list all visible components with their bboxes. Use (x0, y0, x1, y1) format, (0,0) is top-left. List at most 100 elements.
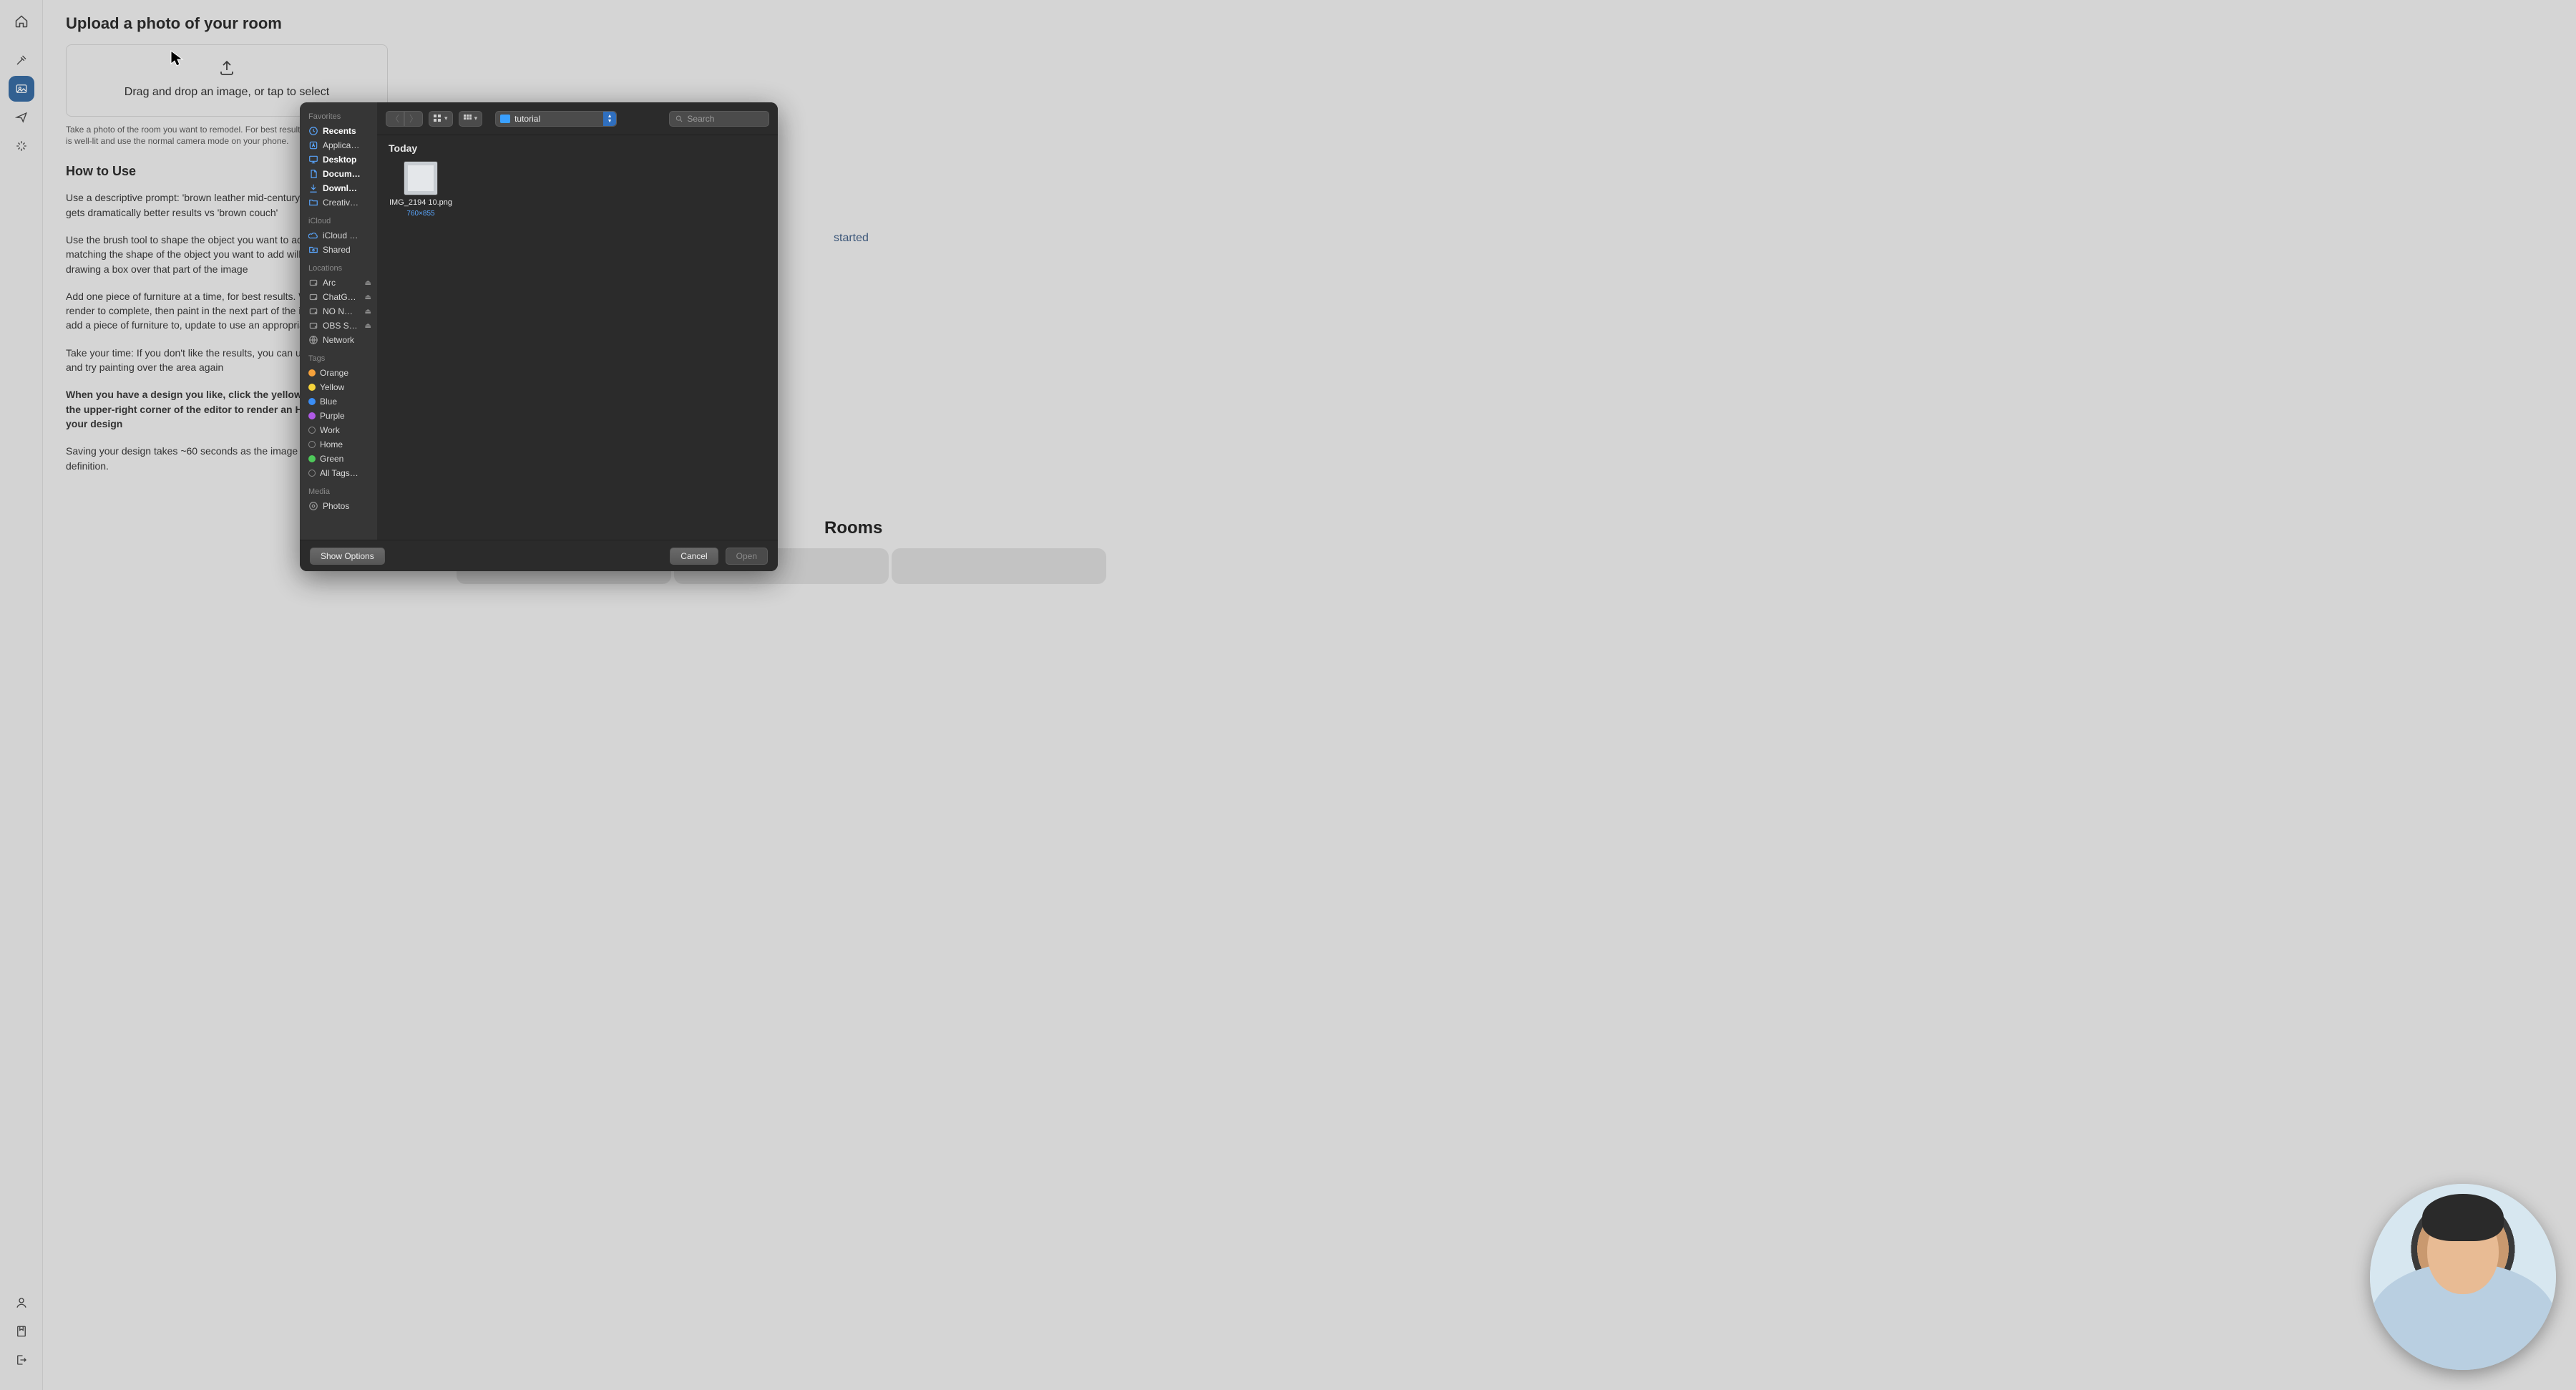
eject-icon[interactable]: ⏏ (365, 279, 371, 287)
sidebar-item[interactable]: Arc⏏ (307, 276, 374, 290)
file-dimensions-label: 760×855 (406, 210, 434, 218)
tag-dot-icon (308, 412, 316, 419)
sidebar-item-label: Documents (323, 169, 361, 179)
group-by-button[interactable]: ▾ (459, 111, 483, 127)
cloud-icon (308, 230, 318, 240)
disk-icon (308, 306, 318, 316)
finder-search[interactable] (669, 111, 769, 127)
view-icons-button[interactable]: ▾ (429, 111, 453, 127)
file-open-dialog: Favorites Recents Applicati… Desktop Docume… (300, 102, 778, 571)
back-button[interactable]: 〈 (386, 111, 404, 127)
sidebar-tag[interactable]: Yellow (307, 380, 374, 394)
finder-search-input[interactable] (687, 114, 763, 124)
sidebar-item-label: Orange (320, 368, 348, 378)
sidebar-item-label: Yellow (320, 382, 344, 392)
sidebar-item-label: Desktop (323, 155, 356, 165)
show-options-button[interactable]: Show Options (310, 548, 385, 565)
page-title: Upload a photo of your room (66, 14, 2553, 33)
room-card[interactable] (892, 548, 1106, 584)
tag-dot-icon (308, 470, 316, 477)
sidebar-item-label: iCloud Dri… (323, 230, 361, 240)
sidebar-tag[interactable]: Green (307, 452, 374, 466)
sidebar-item-label: Work (320, 425, 340, 435)
sidebar-tag[interactable]: Work (307, 423, 374, 437)
open-button[interactable]: Open (726, 548, 768, 565)
nav-sparkle-icon[interactable] (9, 133, 34, 159)
sidebar-item[interactable]: Documents (307, 167, 374, 181)
disk-icon (308, 278, 318, 288)
sidebar-item[interactable]: OBS S… ⏏ (307, 319, 374, 333)
sidebar-tag[interactable]: Home (307, 437, 374, 452)
sidebar-locations-list: Arc⏏ ChatG… ⏏ NO N… ⏏ OBS S… ⏏ Network (307, 276, 374, 347)
folder-path-select[interactable]: tutorial ▲▼ (495, 111, 617, 127)
cancel-button[interactable]: Cancel (670, 548, 718, 565)
finder-toolbar: 〈 〉 ▾ ▾ tutorial (377, 102, 778, 135)
sidebar-section-favorites: Favorites (308, 112, 374, 121)
sidebar-tag[interactable]: Orange (307, 366, 374, 380)
path-stepper-icon: ▲▼ (603, 112, 616, 126)
dialog-footer: Show Options Cancel Open (300, 540, 778, 571)
shared-icon (308, 245, 318, 255)
sidebar-item[interactable]: Shared (307, 243, 374, 257)
finder-sidebar: Favorites Recents Applicati… Desktop Docume… (300, 102, 377, 540)
upload-dropzone-text: Drag and drop an image, or tap to select (125, 86, 329, 99)
folder-path-name: tutorial (514, 114, 600, 124)
eject-icon[interactable]: ⏏ (365, 308, 371, 316)
nav-tools-icon[interactable] (9, 47, 34, 73)
sidebar-item[interactable]: Desktop (307, 152, 374, 167)
desktop-icon (308, 155, 318, 165)
sidebar-section-icloud: iCloud (308, 217, 374, 225)
sidebar-media-list: Photos (307, 499, 374, 513)
tag-dot-icon (308, 369, 316, 376)
sidebar-section-tags: Tags (308, 354, 374, 363)
disk-icon (308, 321, 318, 331)
sidebar-item-label: Purple (320, 411, 345, 421)
sidebar-item-label: Applicati… (323, 140, 361, 150)
tag-dot-icon (308, 455, 316, 462)
eject-icon[interactable]: ⏏ (365, 322, 371, 330)
sidebar-item-label: Home (320, 439, 343, 449)
photos-icon (308, 501, 318, 511)
sidebar-item-label: NO N… (323, 306, 353, 316)
sidebar-item[interactable]: Network (307, 333, 374, 347)
sidebar-tag[interactable]: Purple (307, 409, 374, 423)
globe-icon (308, 335, 318, 345)
clock-icon (308, 126, 318, 136)
sidebar-item[interactable]: Photos (307, 499, 374, 513)
tag-dot-icon (308, 384, 316, 391)
nav-bookmark-icon[interactable] (9, 1318, 34, 1344)
sidebar-item[interactable]: NO N… ⏏ (307, 304, 374, 319)
nav-logout-icon[interactable] (9, 1347, 34, 1373)
rooms-heading: Rooms (824, 518, 882, 538)
sidebar-item[interactable]: Recents (307, 124, 374, 138)
nav-account-icon[interactable] (9, 1290, 34, 1316)
sidebar-item-label: Downloads (323, 183, 361, 193)
nav-upload-icon[interactable] (9, 76, 34, 102)
nav-send-icon[interactable] (9, 105, 34, 130)
sidebar-item[interactable]: Applicati… (307, 138, 374, 152)
tag-dot-icon (308, 398, 316, 405)
eject-icon[interactable]: ⏏ (365, 293, 371, 301)
webcam-overlay (2370, 1184, 2556, 1370)
file-grid[interactable]: Today IMG_2194 10.png760×855 (377, 135, 778, 540)
disk-icon (308, 292, 318, 302)
file-tile[interactable]: IMG_2194 10.png760×855 (389, 161, 453, 218)
sidebar-item[interactable]: Downloads (307, 181, 374, 195)
sidebar-item-label: ChatG… (323, 292, 356, 302)
sidebar-favorites-list: Recents Applicati… Desktop Documents Downloa… (307, 124, 374, 210)
sidebar-tag[interactable]: All Tags… (307, 466, 374, 480)
sidebar-item[interactable]: Creative… (307, 195, 374, 210)
sidebar-item[interactable]: ChatG… ⏏ (307, 290, 374, 304)
sidebar-item-label: Green (320, 454, 343, 464)
sidebar-item-label: OBS S… (323, 321, 358, 331)
tag-dot-icon (308, 427, 316, 434)
forward-button[interactable]: 〉 (404, 111, 423, 127)
sidebar-tag[interactable]: Blue (307, 394, 374, 409)
sidebar-section-media: Media (308, 487, 374, 496)
sidebar-icloud-list: iCloud Dri… Shared (307, 228, 374, 257)
sidebar-item-label: Creative… (323, 198, 361, 208)
doc-icon (308, 169, 318, 179)
sidebar-item[interactable]: iCloud Dri… (307, 228, 374, 243)
nav-home-icon[interactable] (9, 9, 34, 34)
sidebar-item-label: Network (323, 335, 354, 345)
